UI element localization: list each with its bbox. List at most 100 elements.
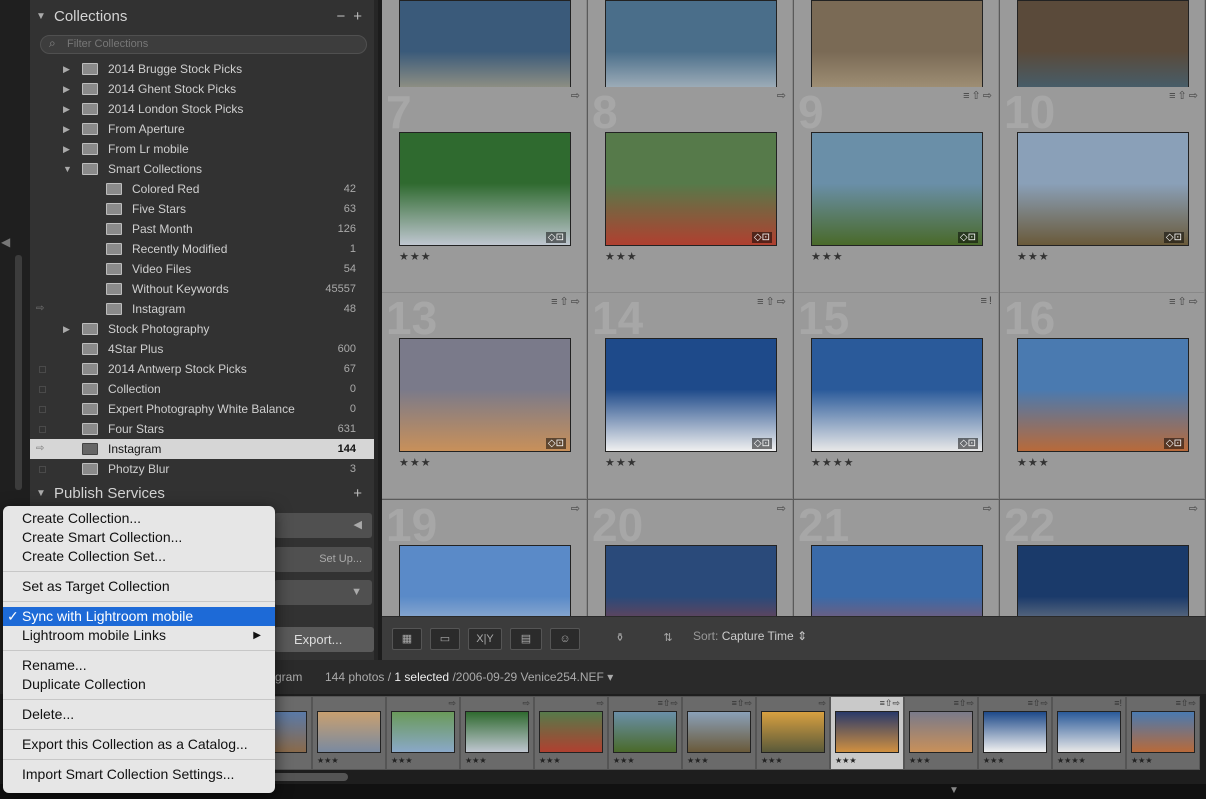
sort-dropdown-icon[interactable]: ⇕ xyxy=(797,629,807,643)
menu-item[interactable]: Rename... xyxy=(3,656,275,675)
filmstrip-frame[interactable]: ★★★ xyxy=(312,696,386,770)
grid-view-icon[interactable]: ▦ xyxy=(392,628,422,650)
sync-checkbox[interactable] xyxy=(39,406,46,413)
menu-item[interactable]: Duplicate Collection xyxy=(3,675,275,694)
disclosure-triangle-icon[interactable]: ▶ xyxy=(63,59,70,79)
collapse-triangle-icon[interactable]: ▼ xyxy=(36,480,46,508)
cell-badges[interactable]: ≡⇧⇨ xyxy=(757,295,788,308)
star-rating[interactable]: ★★★★ xyxy=(811,456,854,469)
disclosure-triangle-icon[interactable]: ▶ xyxy=(63,99,70,119)
photo-thumbnail[interactable]: ◇⊡ xyxy=(399,338,571,452)
photo-thumbnail[interactable]: ◇⊡ xyxy=(811,338,983,452)
filmstrip-frame[interactable]: ≡⇧⇨ ★★★ xyxy=(682,696,756,770)
collection-row[interactable]: Colored Red 42 xyxy=(30,179,374,199)
people-view-icon[interactable]: ☺ xyxy=(550,628,580,650)
star-rating[interactable]: ★★★ xyxy=(605,250,638,263)
grid-cell[interactable]: 14 ≡⇧⇨ ◇⊡ ★★★ xyxy=(588,293,793,499)
grid-cell[interactable]: 20 ⇨ ◇⊡ xyxy=(588,500,793,616)
grid-cell[interactable]: 21 ⇨ ◇⊡ xyxy=(794,500,999,616)
cell-badges[interactable]: ≡! xyxy=(981,295,994,307)
export-button[interactable]: Export... xyxy=(274,627,374,652)
collection-row[interactable]: Expert Photography White Balance 0 xyxy=(30,399,374,419)
sync-checkbox[interactable] xyxy=(39,466,46,473)
sort-direction-icon[interactable]: ⇅ xyxy=(650,628,686,650)
grid-cell[interactable]: 7 ⇨ ◇⊡ ★★★ xyxy=(382,87,587,293)
filmstrip-thumbnail[interactable] xyxy=(613,711,677,753)
photo-thumbnail[interactable]: ◇⊡ xyxy=(1017,132,1189,246)
cell-badges[interactable]: ≡⇧⇨ xyxy=(1169,89,1200,102)
filmstrip-frame[interactable]: ≡! ★★★★ xyxy=(1052,696,1126,770)
photo-thumbnail[interactable]: ◇⊡ xyxy=(605,545,777,616)
filmstrip-scrollbar[interactable] xyxy=(270,773,348,781)
grid-cell[interactable]: 13 ≡⇧⇨ ◇⊡ ★★★ xyxy=(382,293,587,499)
photo-thumbnail[interactable]: ◇⊡ xyxy=(399,132,571,246)
sort-value[interactable]: Capture Time xyxy=(722,629,794,643)
edit-badge-icon[interactable]: ◇⊡ xyxy=(1163,232,1184,243)
filmstrip-thumbnail[interactable] xyxy=(983,711,1047,753)
cell-badges[interactable]: ⇨ xyxy=(571,89,582,102)
collection-row[interactable]: 4Star Plus 600 xyxy=(30,339,374,359)
filmstrip-thumbnail[interactable] xyxy=(1131,711,1195,753)
collection-row[interactable]: ⇨ Instagram 48 xyxy=(30,299,374,319)
collection-row[interactable]: Photzy Blur 3 xyxy=(30,459,374,479)
filename-dropdown-icon[interactable]: ▾ xyxy=(607,670,613,684)
edit-badge-icon[interactable]: ◇⊡ xyxy=(751,232,772,243)
edit-badge-icon[interactable]: ◇⊡ xyxy=(957,438,978,449)
menu-item[interactable]: Lightroom mobile Links ▶ xyxy=(3,626,275,645)
edit-badge-icon[interactable]: ◇⊡ xyxy=(957,232,978,243)
photo-count-info[interactable]: 144 photos / 1 selected /2006-09-29 Veni… xyxy=(325,670,613,684)
collapse-left-panel-icon[interactable]: ◀ xyxy=(1,235,10,249)
photo-thumbnail[interactable]: ◇⊡ xyxy=(811,545,983,616)
cell-badges[interactable]: ⇨ xyxy=(777,502,788,515)
panel-scrollbar[interactable] xyxy=(15,255,22,490)
collection-row[interactable]: Past Month 126 xyxy=(30,219,374,239)
filmstrip-frame[interactable]: ⇨ ★★★ xyxy=(460,696,534,770)
menu-item[interactable]: Set as Target Collection xyxy=(3,577,275,596)
collection-row[interactable]: ⇨ Instagram 144 xyxy=(30,439,374,459)
star-rating[interactable]: ★★★ xyxy=(399,250,432,263)
sync-checkbox[interactable] xyxy=(39,386,46,393)
minus-icon[interactable]: − xyxy=(336,8,353,25)
collection-row[interactable]: Without Keywords 45557 xyxy=(30,279,374,299)
grid-cell[interactable]: 19 ⇨ ◇⊡ xyxy=(382,500,587,616)
filmstrip-thumbnail[interactable] xyxy=(835,711,899,753)
edit-badge-icon[interactable]: ◇⊡ xyxy=(545,438,566,449)
setup-button[interactable]: Set Up... xyxy=(274,547,372,572)
menu-item[interactable]: Delete... xyxy=(3,705,275,724)
collection-row[interactable]: Video Files 54 xyxy=(30,259,374,279)
grid-cell[interactable]: 8 ⇨ ◇⊡ ★★★ xyxy=(588,87,793,293)
compare-view-icon[interactable]: X|Y xyxy=(468,628,502,650)
filmstrip-thumbnail[interactable] xyxy=(465,711,529,753)
add-publish-service-icon[interactable]: + xyxy=(353,480,370,508)
disclosure-triangle-icon[interactable]: ▶ xyxy=(63,79,70,99)
photo-thumbnail[interactable]: ◇⊡ xyxy=(399,545,571,616)
collection-row[interactable]: Collection 0 xyxy=(30,379,374,399)
sync-checkbox[interactable] xyxy=(39,366,46,373)
source-name[interactable]: gram xyxy=(275,670,302,684)
grid-cell[interactable]: 22 ⇨ ◇⊡ xyxy=(1000,500,1205,616)
filmstrip-thumbnail[interactable] xyxy=(1057,711,1121,753)
photo-thumbnail[interactable]: ◇⊡ xyxy=(605,132,777,246)
filmstrip-thumbnail[interactable] xyxy=(761,711,825,753)
collection-row[interactable]: ▶ 2014 Ghent Stock Picks xyxy=(30,79,374,99)
disclosure-triangle-icon[interactable]: ▶ xyxy=(63,139,70,159)
grid-cell[interactable]: 16 ≡⇧⇨ ◇⊡ ★★★ xyxy=(1000,293,1205,499)
publish-service-row-3[interactable]: ▼ xyxy=(274,580,372,605)
filmstrip-frame[interactable]: ⇨ ★★★ xyxy=(386,696,460,770)
cell-badges[interactable]: ⇨ xyxy=(1189,502,1200,515)
cell-badges[interactable]: ⇨ xyxy=(777,89,788,102)
filmstrip-frame[interactable]: ⇨ ★★★ xyxy=(756,696,830,770)
publish-services-header[interactable]: ▼ Publish Services + xyxy=(30,480,378,508)
star-rating[interactable]: ★★★ xyxy=(811,250,844,263)
star-rating[interactable]: ★★★ xyxy=(399,456,432,469)
collapse-triangle-icon[interactable]: ▼ xyxy=(36,3,46,31)
collection-row[interactable]: Five Stars 63 xyxy=(30,199,374,219)
collapse-filmstrip-icon[interactable]: ▼ xyxy=(949,785,959,796)
publish-service-row-1[interactable]: ◀ xyxy=(274,513,372,538)
cell-badges[interactable]: ⇨ xyxy=(571,502,582,515)
star-rating[interactable]: ★★★ xyxy=(1017,250,1050,263)
menu-item[interactable]: Create Collection... xyxy=(3,509,275,528)
disclosure-triangle-icon[interactable]: ▼ xyxy=(63,159,72,179)
cell-badges[interactable]: ≡⇧⇨ xyxy=(963,89,994,102)
filmstrip-frame[interactable]: ≡⇧⇨ ★★★ xyxy=(608,696,682,770)
